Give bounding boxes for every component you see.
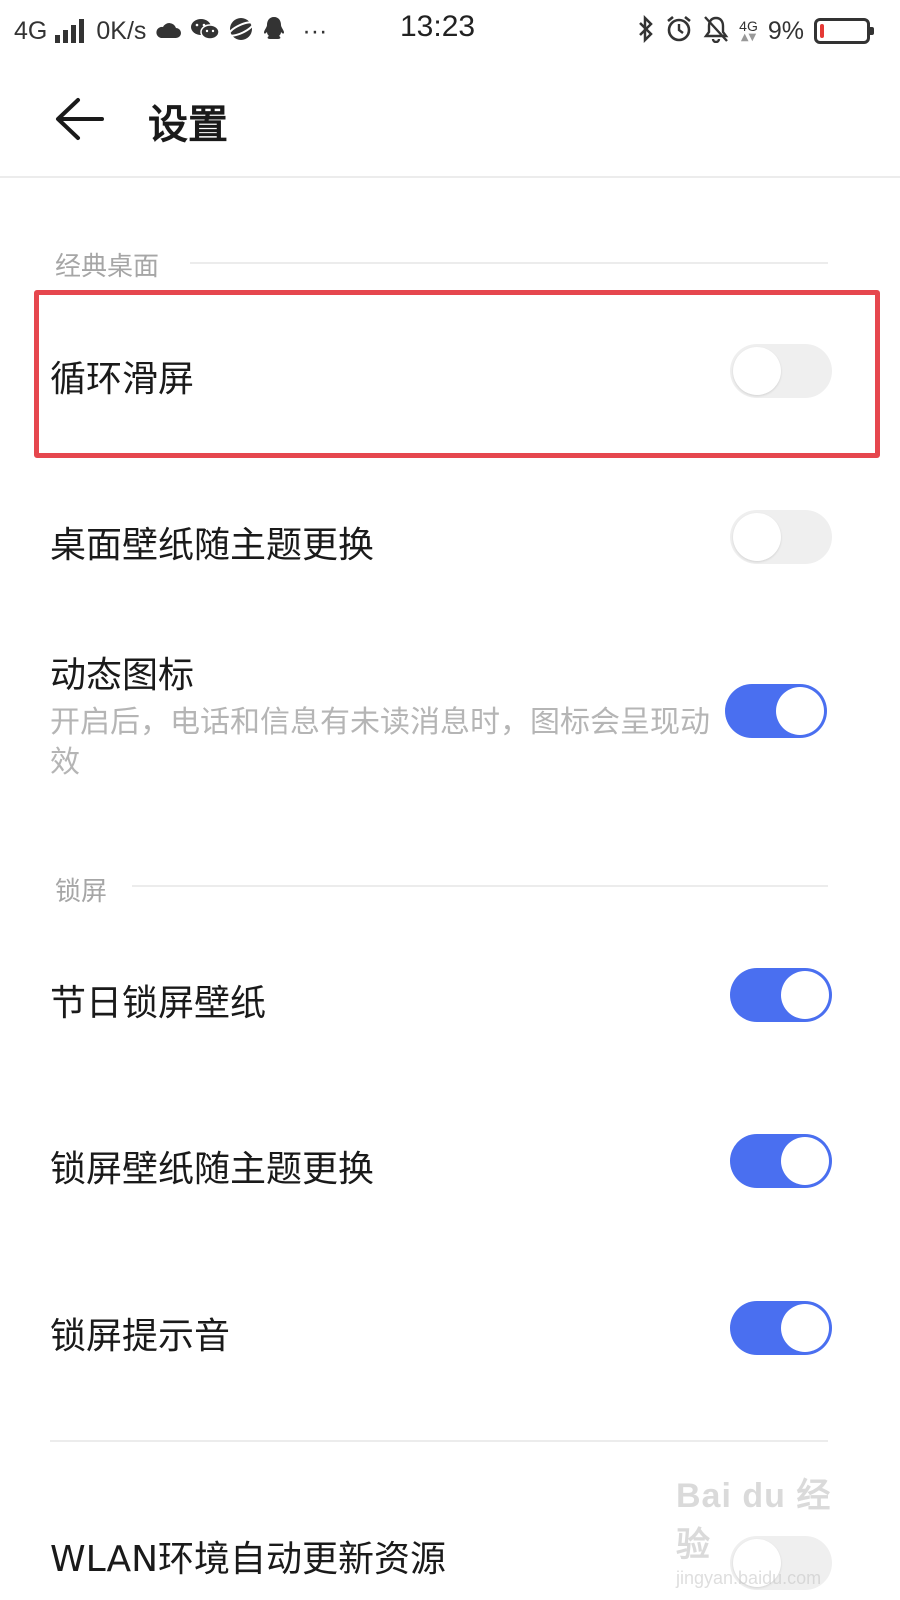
list-divider [50,1440,828,1442]
setting-label-lock-wallpaper-theme: 锁屏壁纸随主题更换 [50,1149,375,1190]
back-button[interactable] [52,94,106,144]
setting-label-wlan-update: WLAN环境自动更新资源 [50,1539,447,1580]
section-title-lock-screen: 锁屏 [55,877,108,907]
setting-label-wallpaper-theme: 桌面壁纸随主题更换 [50,525,375,566]
status-bar: 4G 0K/s ··· 13:23 4G ▲▼ 9% [0,0,900,64]
toggle-knob [781,1304,829,1352]
network-type: 4G [14,16,48,45]
bluetooth-icon [637,14,655,47]
arrow-left-icon [56,98,104,140]
qq-icon [262,16,286,46]
toggle-loop-scroll[interactable] [730,344,832,398]
toggle-knob [776,687,824,735]
weather-icon [154,18,182,44]
section-title-classic-desktop: 经典桌面 [55,252,160,282]
setting-label-lock-sound: 锁屏提示音 [50,1316,231,1357]
setting-label-dynamic-icons: 动态图标 [50,655,195,696]
signal-strength-icon [55,19,85,43]
clock: 13:23 [400,10,476,43]
app-header: 设置 [0,64,900,178]
toggle-dynamic-icons[interactable] [725,684,827,738]
mute-icon [703,15,729,47]
section-divider [132,885,828,887]
battery-icon [814,18,874,44]
toggle-knob [781,1137,829,1185]
toggle-holiday-wallpaper[interactable] [730,968,832,1022]
data-arrows-icon: ▲▼ [740,32,757,43]
watermark-logo: Bai du 经验 [676,1477,832,1564]
toggle-knob [733,347,781,395]
toggle-knob [781,971,829,1019]
alarm-icon [665,15,693,47]
toggle-lock-wallpaper-theme[interactable] [730,1134,832,1188]
toggle-wallpaper-theme[interactable] [730,510,832,564]
setting-desc-dynamic-icons: 开启后，电话和信息有未读消息时，图标会呈现动效 [50,705,710,780]
more-notifications-icon: ··· [302,16,328,45]
setting-label-loop-scroll: 循环滑屏 [50,359,195,400]
watermark: Bai du 经验 jingyan.baidu.com [676,1468,846,1588]
setting-label-holiday-wallpaper: 节日锁屏壁纸 [50,983,267,1024]
toggle-lock-sound[interactable] [730,1301,832,1355]
page-title: 设置 [148,102,228,148]
network-type-secondary: 4G [739,18,758,34]
section-divider [190,262,828,264]
browser-icon [228,16,255,46]
network-speed: 0K/s [96,16,147,45]
toggle-knob [733,513,781,561]
watermark-url: jingyan.baidu.com [676,1568,822,1588]
wechat-icon [190,17,221,45]
battery-percent: 9% [767,16,804,45]
